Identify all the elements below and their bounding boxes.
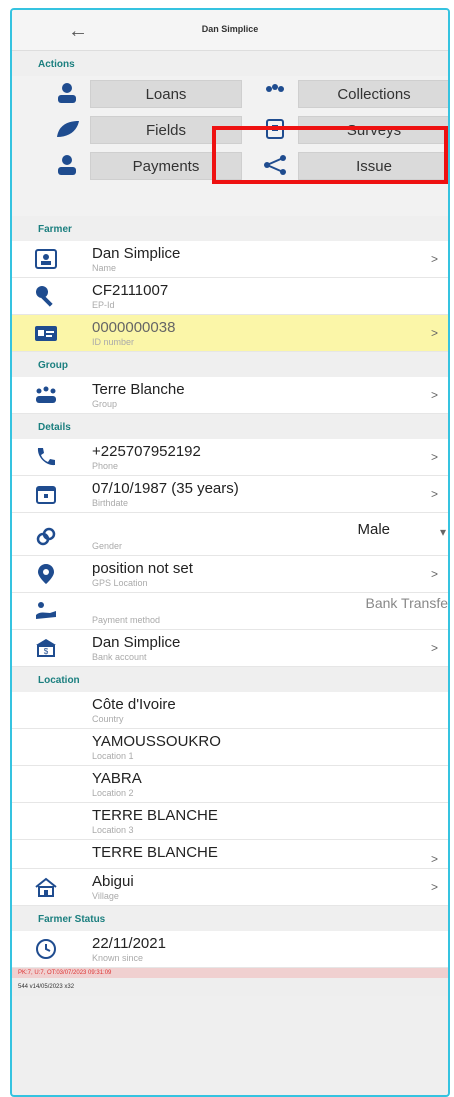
phone-label: Phone — [92, 461, 119, 471]
location-1-row: YAMOUSSOUKRO Location 1 — [12, 729, 448, 766]
location-4-row[interactable]: TERRE BLANCHE > — [12, 840, 448, 869]
collections-label: Collections — [337, 86, 411, 103]
country-label: Country — [92, 714, 124, 724]
farmer-card: Dan Simplice Name > CF2111007 EP-Id 0000… — [12, 241, 448, 352]
gender-icon — [36, 527, 56, 546]
leaf-icon — [57, 121, 79, 137]
payment-hand-icon — [36, 602, 56, 619]
location-4-value: TERRE BLANCHE — [92, 844, 218, 861]
person-icon — [58, 83, 76, 103]
location-1-label: Location 1 — [92, 751, 134, 761]
birthdate-value: 07/10/1987 (35 years) — [92, 480, 239, 497]
bank-account-row[interactable]: $ Dan Simplice Bank account > — [12, 630, 448, 667]
location-3-value: TERRE BLANCHE — [92, 807, 218, 824]
id-number-row[interactable]: 0000000038 ID number > — [12, 315, 448, 352]
bank-account-label: Bank account — [92, 652, 147, 662]
village-label: Village — [92, 891, 119, 901]
farmer-name-value: Dan Simplice — [92, 245, 181, 262]
known-since-label: Known since — [92, 953, 144, 963]
farmer-name-row[interactable]: Dan Simplice Name > — [12, 241, 448, 278]
person-icon — [58, 155, 76, 175]
chevron-right-icon: > — [430, 567, 438, 581]
page-title: Dan Simplice — [201, 24, 259, 34]
payment-method-row[interactable]: Payment method Bank Transfe — [12, 593, 448, 630]
group-label: Group — [92, 399, 118, 409]
birthdate-label: Birthdate — [92, 498, 129, 508]
group-row[interactable]: Terre Blanche Group > — [12, 377, 448, 414]
ep-id-row: CF2111007 EP-Id — [12, 278, 448, 315]
location-3-row: TERRE BLANCHE Location 3 — [12, 803, 448, 840]
chevron-right-icon: > — [430, 852, 438, 866]
payment-method-value[interactable]: Bank Transfe — [366, 595, 449, 611]
group-value: Terre Blanche — [92, 381, 185, 398]
annotation-highlight-box — [212, 126, 448, 184]
svg-text:$: $ — [44, 647, 49, 656]
location-pin-icon — [38, 564, 54, 584]
phone-value: +225707952192 — [92, 443, 201, 460]
details-card: +225707952192 Phone > 07/10/1987 (35 yea… — [12, 439, 448, 667]
village-row[interactable]: Abigui Village > — [12, 869, 448, 906]
top-bar: ← Dan Simplice — [12, 10, 448, 51]
calendar-icon — [36, 486, 56, 504]
phone-row[interactable]: +225707952192 Phone > — [12, 439, 448, 476]
actions-heading: Actions — [38, 59, 75, 70]
gender-label: Gender — [92, 541, 123, 551]
loans-button[interactable]: Loans — [58, 80, 242, 108]
details-heading: Details — [38, 422, 71, 433]
bank-account-value: Dan Simplice — [92, 634, 181, 651]
gender-select[interactable]: Male — [357, 521, 390, 538]
collections-button[interactable]: Collections — [266, 80, 448, 108]
farmer-status-heading: Farmer Status — [38, 914, 106, 925]
status-card: 22/11/2021 Known since — [12, 931, 448, 968]
location-heading: Location — [38, 675, 80, 686]
group-heading: Group — [38, 360, 68, 371]
known-since-value: 22/11/2021 — [92, 935, 166, 952]
dropdown-arrow-icon: ▾ — [439, 525, 446, 539]
location-3-label: Location 3 — [92, 825, 134, 835]
gender-row[interactable]: Gender Male ▾ — [12, 519, 448, 556]
farmer-name-label: Name — [92, 263, 117, 273]
location-1-value: YAMOUSSOUKRO — [92, 733, 221, 750]
chevron-right-icon: > — [430, 252, 438, 266]
version-info-line: 544 v14/05/2023 x32 — [12, 978, 448, 996]
location-2-label: Location 2 — [92, 788, 134, 798]
chevron-right-icon: > — [430, 388, 438, 402]
gps-label: GPS Location — [92, 578, 148, 588]
id-number-value: 0000000038 — [92, 319, 176, 336]
location-2-value: YABRA — [92, 770, 142, 787]
village-value: Abigui — [92, 873, 134, 890]
id-card-icon — [35, 249, 57, 269]
loans-label: Loans — [145, 86, 187, 103]
id-number-label: ID number — [92, 337, 135, 347]
badge-card-icon — [35, 326, 57, 341]
country-row: Côte d'Ivoire Country — [12, 692, 448, 729]
phone-icon — [37, 448, 55, 466]
gps-row[interactable]: position not set GPS Location > — [12, 556, 448, 593]
chevron-right-icon: > — [430, 326, 438, 340]
house-icon — [35, 877, 57, 897]
chevron-right-icon: > — [430, 880, 438, 894]
payment-method-label: Payment method — [92, 615, 161, 625]
chevron-right-icon: > — [430, 641, 438, 655]
farmer-heading: Farmer — [38, 224, 72, 235]
chevron-right-icon: > — [430, 450, 438, 464]
birthdate-row[interactable]: 07/10/1987 (35 years) Birthdate > — [12, 476, 448, 513]
ep-id-value: CF2111007 — [92, 282, 169, 299]
group-icon — [36, 386, 56, 403]
country-value: Côte d'Ivoire — [92, 696, 176, 713]
gps-value: position not set — [92, 560, 193, 577]
bank-icon: $ — [36, 639, 56, 657]
group-card: Terre Blanche Group > — [12, 377, 448, 414]
location-2-row: YABRA Location 2 — [12, 766, 448, 803]
known-since-row: 22/11/2021 Known since — [12, 931, 448, 968]
debug-info-line: PK:7, U:7, OT:03/07/2023 09:31:09 — [12, 968, 448, 978]
ep-id-label: EP-Id — [92, 300, 115, 310]
chevron-right-icon: > — [430, 487, 438, 501]
clock-icon — [36, 939, 56, 959]
location-card: Côte d'Ivoire Country YAMOUSSOUKRO Locat… — [12, 692, 448, 906]
key-icon — [36, 286, 53, 307]
people-icon — [266, 84, 284, 92]
